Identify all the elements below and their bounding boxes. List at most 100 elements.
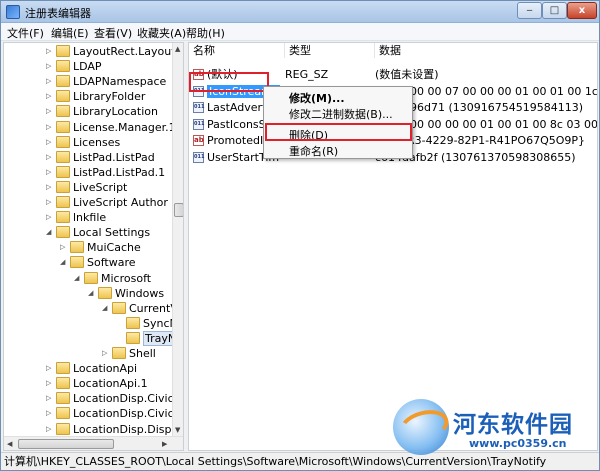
folder-icon [56,422,70,435]
tree-item-label: Local Settings [73,226,151,240]
tree-expand-icon[interactable]: ▷ [46,107,54,115]
value-type: REG_SZ [285,67,375,83]
key-tree-pane[interactable]: ▷ LayoutRect.LayoutRect. ▷ LDAP ▷ LDAPNamespa… [3,42,184,451]
folder-icon [70,241,84,254]
tree-item-label: LibraryFolder [73,90,146,104]
menu-item-rename[interactable]: 重命名(R) [289,143,338,159]
scroll-up-arrow-icon[interactable]: ▲ [175,45,180,53]
tree-item-label: lnkfile [73,211,107,225]
tree-expand-icon[interactable]: ▷ [102,349,110,357]
status-bar-path: 计算机\HKEY_CLASSES_ROOT\Local Settings\Sof… [1,452,599,470]
folder-icon [56,196,70,208]
tree-item-label: ListPad.ListPad [73,150,155,164]
tree-hscroll-thumb[interactable] [18,439,114,449]
folder-icon [56,45,70,57]
folder-icon [56,90,70,103]
tree-expand-icon[interactable] [116,334,124,342]
menu-view[interactable]: 查看(V) [94,25,132,41]
tree-expand-icon[interactable] [116,319,124,327]
menu-edit[interactable]: 编辑(E) [51,25,89,41]
tree-item-label: Microsoft [101,271,152,285]
folder-icon [84,271,98,284]
tree-item-label: LiveScript [73,180,128,194]
menu-favorites[interactable]: 收藏夹(A) [137,25,186,41]
minimize-button[interactable]: ‒ [517,2,542,19]
highlight-box-iconstreams [189,72,269,92]
tree-expand-icon[interactable]: ▷ [46,62,54,70]
folder-icon [112,347,126,359]
tree-expand-icon[interactable]: ▷ [46,168,54,176]
registry-editor-window: 注册表编辑器 ‒ □ x 文件(F) 编辑(E) 查看(V) 收藏夹(A) 帮助… [0,0,600,471]
tree-expand-icon[interactable]: ▷ [46,138,54,146]
scroll-right-arrow-icon[interactable]: ▶ [162,440,167,448]
tree-expand-icon[interactable]: ▷ [46,364,54,372]
folder-icon [56,165,70,178]
folder-icon [98,286,112,299]
scroll-down-arrow-icon[interactable]: ▼ [175,426,180,434]
tree-item-label: LocationApi [73,362,138,376]
folder-icon [126,316,140,329]
folder-icon [56,377,70,390]
folder-icon [56,362,70,375]
tree-expand-icon[interactable]: ▷ [46,77,54,85]
tree-expand-icon[interactable]: ▷ [46,47,54,55]
tree-item-label: LibraryLocation [73,105,158,119]
folder-icon [56,75,70,88]
tree-expand-icon[interactable]: ▷ [46,379,54,387]
close-button[interactable]: x [567,2,597,19]
scroll-left-arrow-icon[interactable]: ◀ [7,440,12,448]
tree-collapse-icon[interactable]: ◢ [46,228,54,236]
menu-help[interactable]: 帮助(H) [186,25,225,41]
menu-item-modify-binary[interactable]: 修改二进制数据(B)... [289,106,393,122]
folder-icon [56,180,70,193]
tree-item-label: ListPad.ListPad.1 [73,165,166,179]
tree-expand-icon[interactable]: ▷ [46,123,54,131]
tree-collapse-icon[interactable]: ◢ [74,274,82,282]
title-bar: 注册表编辑器 ‒ □ x [1,1,599,23]
menu-file[interactable]: 文件(F) [7,25,44,41]
tree-collapse-icon[interactable]: ◢ [60,258,68,266]
window-title: 注册表编辑器 [25,7,91,20]
tree-item-label: LDAP [73,60,102,74]
tree-item-label: Windows [115,286,165,300]
tree-item-label: MuiCache [87,241,141,255]
folder-icon [56,226,70,239]
tree-expand-icon[interactable]: ▷ [46,92,54,100]
column-header-name[interactable]: 名称 [189,43,285,58]
folder-icon [56,150,70,163]
tree-item-label: Licenses [73,135,121,149]
tree-item-label: LocationDisp.CivicAddr [73,392,183,406]
tree-item-label: LocationDisp.CivicAddr [73,407,183,421]
folder-icon [56,407,70,420]
tree-item-label: LayoutRect.LayoutRect. [73,45,183,58]
tree-expand-icon[interactable]: ▷ [46,394,54,402]
tree-collapse-icon[interactable]: ◢ [102,304,110,312]
tree-vscroll-thumb[interactable] [174,203,183,217]
folder-icon [56,60,70,73]
value-type-text: REG_SZ [285,68,329,81]
tree-collapse-icon[interactable]: ◢ [88,289,96,297]
folder-icon [56,120,70,133]
column-header-type[interactable]: 类型 [285,43,375,58]
tree-expand-icon[interactable]: ▷ [46,183,54,191]
tree-item-label: Software [87,256,136,270]
column-header-data[interactable]: 数据 [375,43,597,58]
binary-value-icon: 011 [193,118,204,130]
binary-value-icon: 011 [193,102,204,113]
maximize-button[interactable]: □ [542,2,567,19]
menu-item-modify[interactable]: 修改(M)... [289,90,345,106]
tree-vertical-scrollbar[interactable]: ▲ ▼ [172,43,183,436]
tree-expand-icon[interactable]: ▷ [46,425,54,433]
tree-item-label: License.Manager.1 [73,120,176,134]
string-value-icon: ab [193,135,204,146]
tree-item-label: LocationApi.1 [73,377,148,391]
value-data-text: (数值未设置) [375,68,439,81]
tree-expand-icon[interactable]: ▷ [46,198,54,206]
tree-expand-icon[interactable]: ▷ [60,243,68,251]
tree-expand-icon[interactable]: ▷ [46,153,54,161]
tree-expand-icon[interactable]: ▷ [46,213,54,221]
folder-icon [56,392,70,405]
tree-expand-icon[interactable]: ▷ [46,409,54,417]
tree-horizontal-scrollbar[interactable]: ◀ ▶ [4,436,183,450]
highlight-box-delete [265,123,412,141]
